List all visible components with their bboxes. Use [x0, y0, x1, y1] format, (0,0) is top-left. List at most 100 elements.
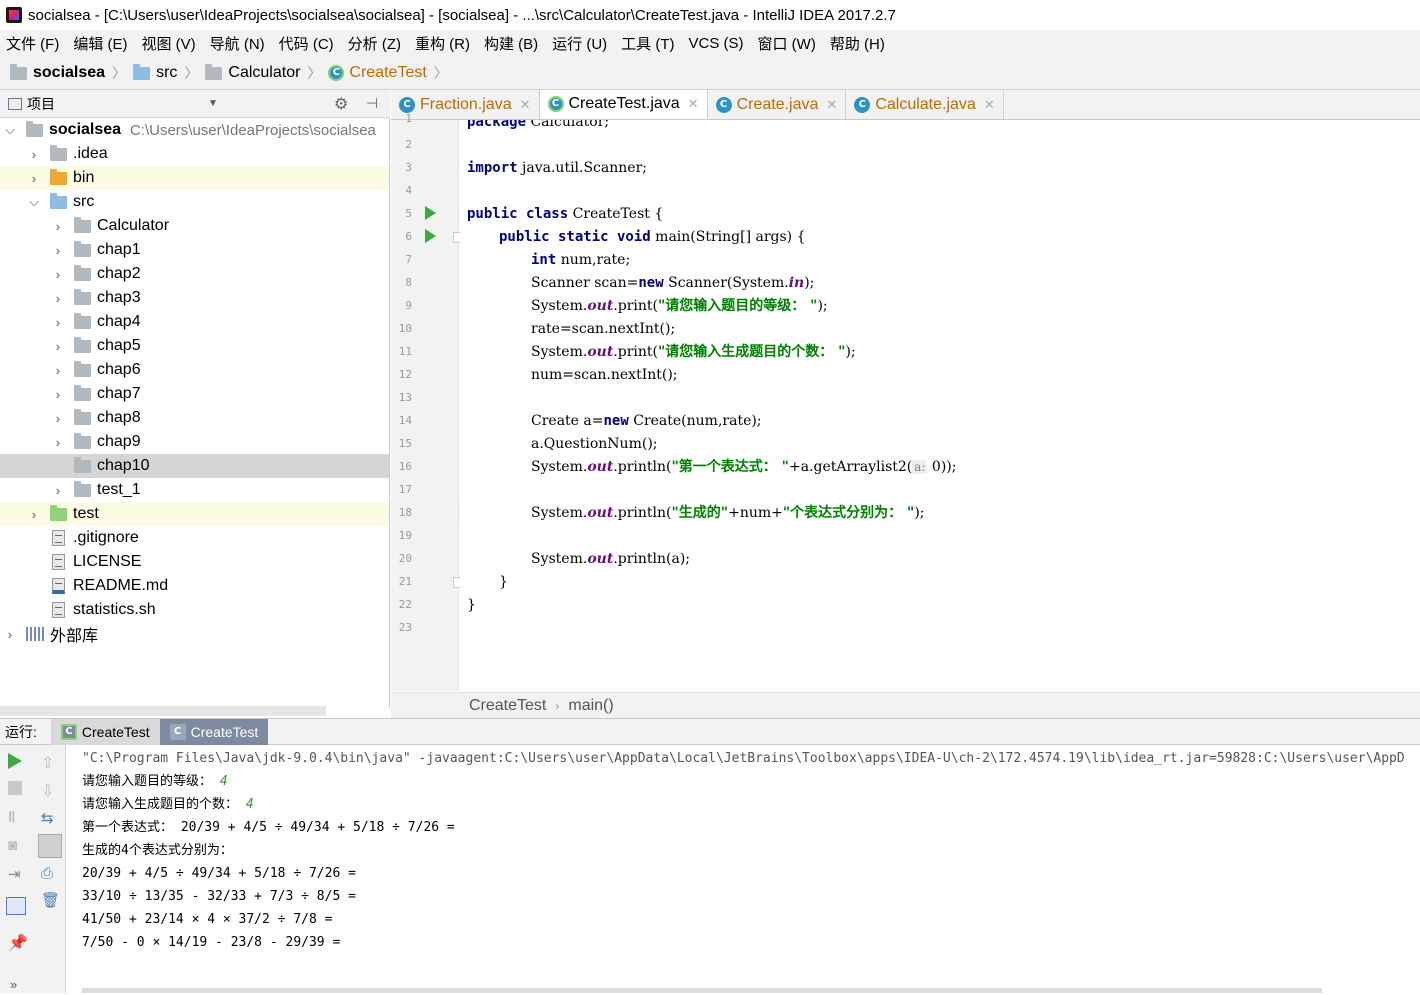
- chevron-right-icon[interactable]: ›: [48, 339, 68, 354]
- menu-vcs[interactable]: VCS (S): [689, 35, 744, 52]
- menu-code[interactable]: 代码 (C): [279, 33, 334, 54]
- tree-item-chap8[interactable]: › chap8: [0, 406, 389, 430]
- menu-analyze[interactable]: 分析 (Z): [348, 33, 401, 54]
- tab-create[interactable]: C Create.java ✕: [708, 90, 847, 119]
- tree-item-chap3[interactable]: › chap3: [0, 286, 389, 310]
- chevron-right-icon: 〉: [112, 65, 127, 81]
- collapse-all-icon[interactable]: ⊣: [366, 95, 378, 112]
- soft-wrap-icon[interactable]: ⇆: [41, 809, 59, 827]
- run-gutter-icon[interactable]: [425, 206, 436, 220]
- arrow-up-icon[interactable]: ⇧: [41, 753, 59, 772]
- tree-item-chap5[interactable]: › chap5: [0, 334, 389, 358]
- menu-tools[interactable]: 工具 (T): [621, 33, 674, 54]
- code-editor[interactable]: package Calculator; import java.util.Sca…: [460, 120, 1420, 691]
- breadcrumb-package[interactable]: Calculator 〉: [205, 63, 328, 83]
- pin-icon[interactable]: 📌: [8, 933, 28, 952]
- pause-icon[interactable]: ‖: [8, 809, 26, 827]
- stop-icon[interactable]: [8, 781, 22, 795]
- chevron-right-icon[interactable]: ›: [0, 627, 20, 642]
- run-panel-label: 运行:: [5, 723, 37, 740]
- chevron-right-icon[interactable]: ›: [24, 147, 44, 162]
- tree-item-external-libraries[interactable]: › 外部库: [0, 622, 389, 646]
- tree-item-chap1[interactable]: › chap1: [0, 238, 389, 262]
- breadcrumb-project[interactable]: socialsea 〉: [10, 63, 133, 83]
- tree-item-chap10[interactable]: chap10: [0, 454, 389, 478]
- close-icon[interactable]: ✕: [688, 96, 699, 112]
- tree-item-license[interactable]: LICENSE: [0, 550, 389, 574]
- trash-icon[interactable]: 🗑: [41, 891, 60, 909]
- scroll-to-end-icon[interactable]: [38, 834, 62, 858]
- project-view-selector[interactable]: 项目: [27, 94, 55, 114]
- chevron-down-icon[interactable]: ⌵: [0, 122, 20, 138]
- tree-item-calculator[interactable]: › Calculator: [0, 214, 389, 238]
- runnable-class-icon: C: [169, 723, 186, 740]
- chevron-right-icon[interactable]: ›: [48, 243, 68, 258]
- tree-item-chap9[interactable]: › chap9: [0, 430, 389, 454]
- line-number: 14: [398, 414, 412, 427]
- more-icon[interactable]: »: [10, 977, 28, 995]
- layout-icon[interactable]: [6, 897, 26, 915]
- run-tab-createtest-2[interactable]: C CreateTest: [159, 718, 269, 745]
- tree-item-chap7[interactable]: › chap7: [0, 382, 389, 406]
- tree-item-gitignore[interactable]: .gitignore: [0, 526, 389, 550]
- tree-item-statistics[interactable]: statistics.sh: [0, 598, 389, 622]
- menu-window[interactable]: 窗口 (W): [758, 33, 816, 54]
- rerun-icon[interactable]: [8, 753, 22, 769]
- tree-item-readme[interactable]: README.md: [0, 574, 389, 598]
- tree-item-chap6[interactable]: › chap6: [0, 358, 389, 382]
- run-gutter-icon[interactable]: [425, 229, 436, 243]
- camera-icon[interactable]: ◙: [8, 837, 26, 855]
- code-line: int num,rate;: [531, 252, 631, 268]
- chevron-right-icon[interactable]: ›: [48, 291, 68, 306]
- menu-view[interactable]: 视图 (V): [142, 33, 196, 54]
- close-icon[interactable]: ✕: [826, 97, 837, 113]
- gear-icon[interactable]: ⚙: [334, 94, 348, 114]
- package-icon: [74, 312, 91, 329]
- project-view-icon: [8, 97, 22, 110]
- menu-help[interactable]: 帮助 (H): [830, 33, 885, 54]
- chevron-right-icon[interactable]: ›: [48, 483, 68, 498]
- tree-item-test-1[interactable]: › test_1: [0, 478, 389, 502]
- horizontal-scrollbar[interactable]: [0, 706, 326, 716]
- menu-navigate[interactable]: 导航 (N): [210, 33, 265, 54]
- tree-item-src[interactable]: ⌵ src: [0, 190, 389, 214]
- close-icon[interactable]: ✕: [984, 97, 995, 113]
- chevron-right-icon[interactable]: ›: [48, 411, 68, 426]
- menu-file[interactable]: 文件 (F): [6, 33, 59, 54]
- tab-fraction[interactable]: C Fraction.java ✕: [391, 90, 540, 119]
- login-icon[interactable]: ⇥: [8, 865, 26, 883]
- breadcrumb-method[interactable]: main(): [568, 697, 613, 715]
- tree-item-test[interactable]: › test: [0, 502, 389, 526]
- breadcrumb-class[interactable]: CreateTest: [469, 697, 546, 715]
- run-tab-createtest-1[interactable]: C CreateTest: [50, 718, 160, 745]
- chevron-down-icon[interactable]: ⌵: [24, 194, 44, 210]
- menu-run[interactable]: 运行 (U): [552, 33, 607, 54]
- print-icon[interactable]: ⎙: [41, 865, 59, 883]
- chevron-right-icon[interactable]: ›: [48, 363, 68, 378]
- chevron-right-icon[interactable]: ›: [48, 267, 68, 282]
- tree-item-bin[interactable]: › bin: [0, 166, 389, 190]
- breadcrumb-src[interactable]: src 〉: [133, 63, 205, 83]
- package-icon: [74, 384, 91, 401]
- close-icon[interactable]: ✕: [520, 97, 531, 113]
- tab-createtest[interactable]: C CreateTest.java ✕: [539, 90, 708, 119]
- menu-edit[interactable]: 编辑 (E): [73, 33, 127, 54]
- menu-refactor[interactable]: 重构 (R): [415, 33, 470, 54]
- chevron-right-icon[interactable]: ›: [48, 387, 68, 402]
- tree-item-socialsea[interactable]: ⌵ socialsea C:\Users\user\IdeaProjects\s…: [0, 118, 389, 142]
- chevron-right-icon[interactable]: ›: [24, 171, 44, 186]
- tab-calculate[interactable]: C Calculate.java ✕: [846, 90, 1004, 119]
- tree-item-chap2[interactable]: › chap2: [0, 262, 389, 286]
- console-output[interactable]: "C:\Program Files\Java\jdk-9.0.4\bin\jav…: [66, 745, 1420, 993]
- menu-build[interactable]: 构建 (B): [484, 33, 538, 54]
- chevron-right-icon[interactable]: ›: [24, 507, 44, 522]
- arrow-down-icon[interactable]: ⇩: [41, 781, 59, 800]
- chevron-right-icon[interactable]: ›: [48, 315, 68, 330]
- chevron-right-icon[interactable]: ›: [48, 219, 68, 234]
- breadcrumb-class[interactable]: C CreateTest 〉: [328, 63, 454, 83]
- horizontal-scrollbar[interactable]: [82, 988, 1322, 993]
- tree-item-chap4[interactable]: › chap4: [0, 310, 389, 334]
- tree-item-idea[interactable]: › .idea: [0, 142, 389, 166]
- chevron-down-icon[interactable]: ▼: [208, 98, 218, 109]
- chevron-right-icon[interactable]: ›: [48, 435, 68, 450]
